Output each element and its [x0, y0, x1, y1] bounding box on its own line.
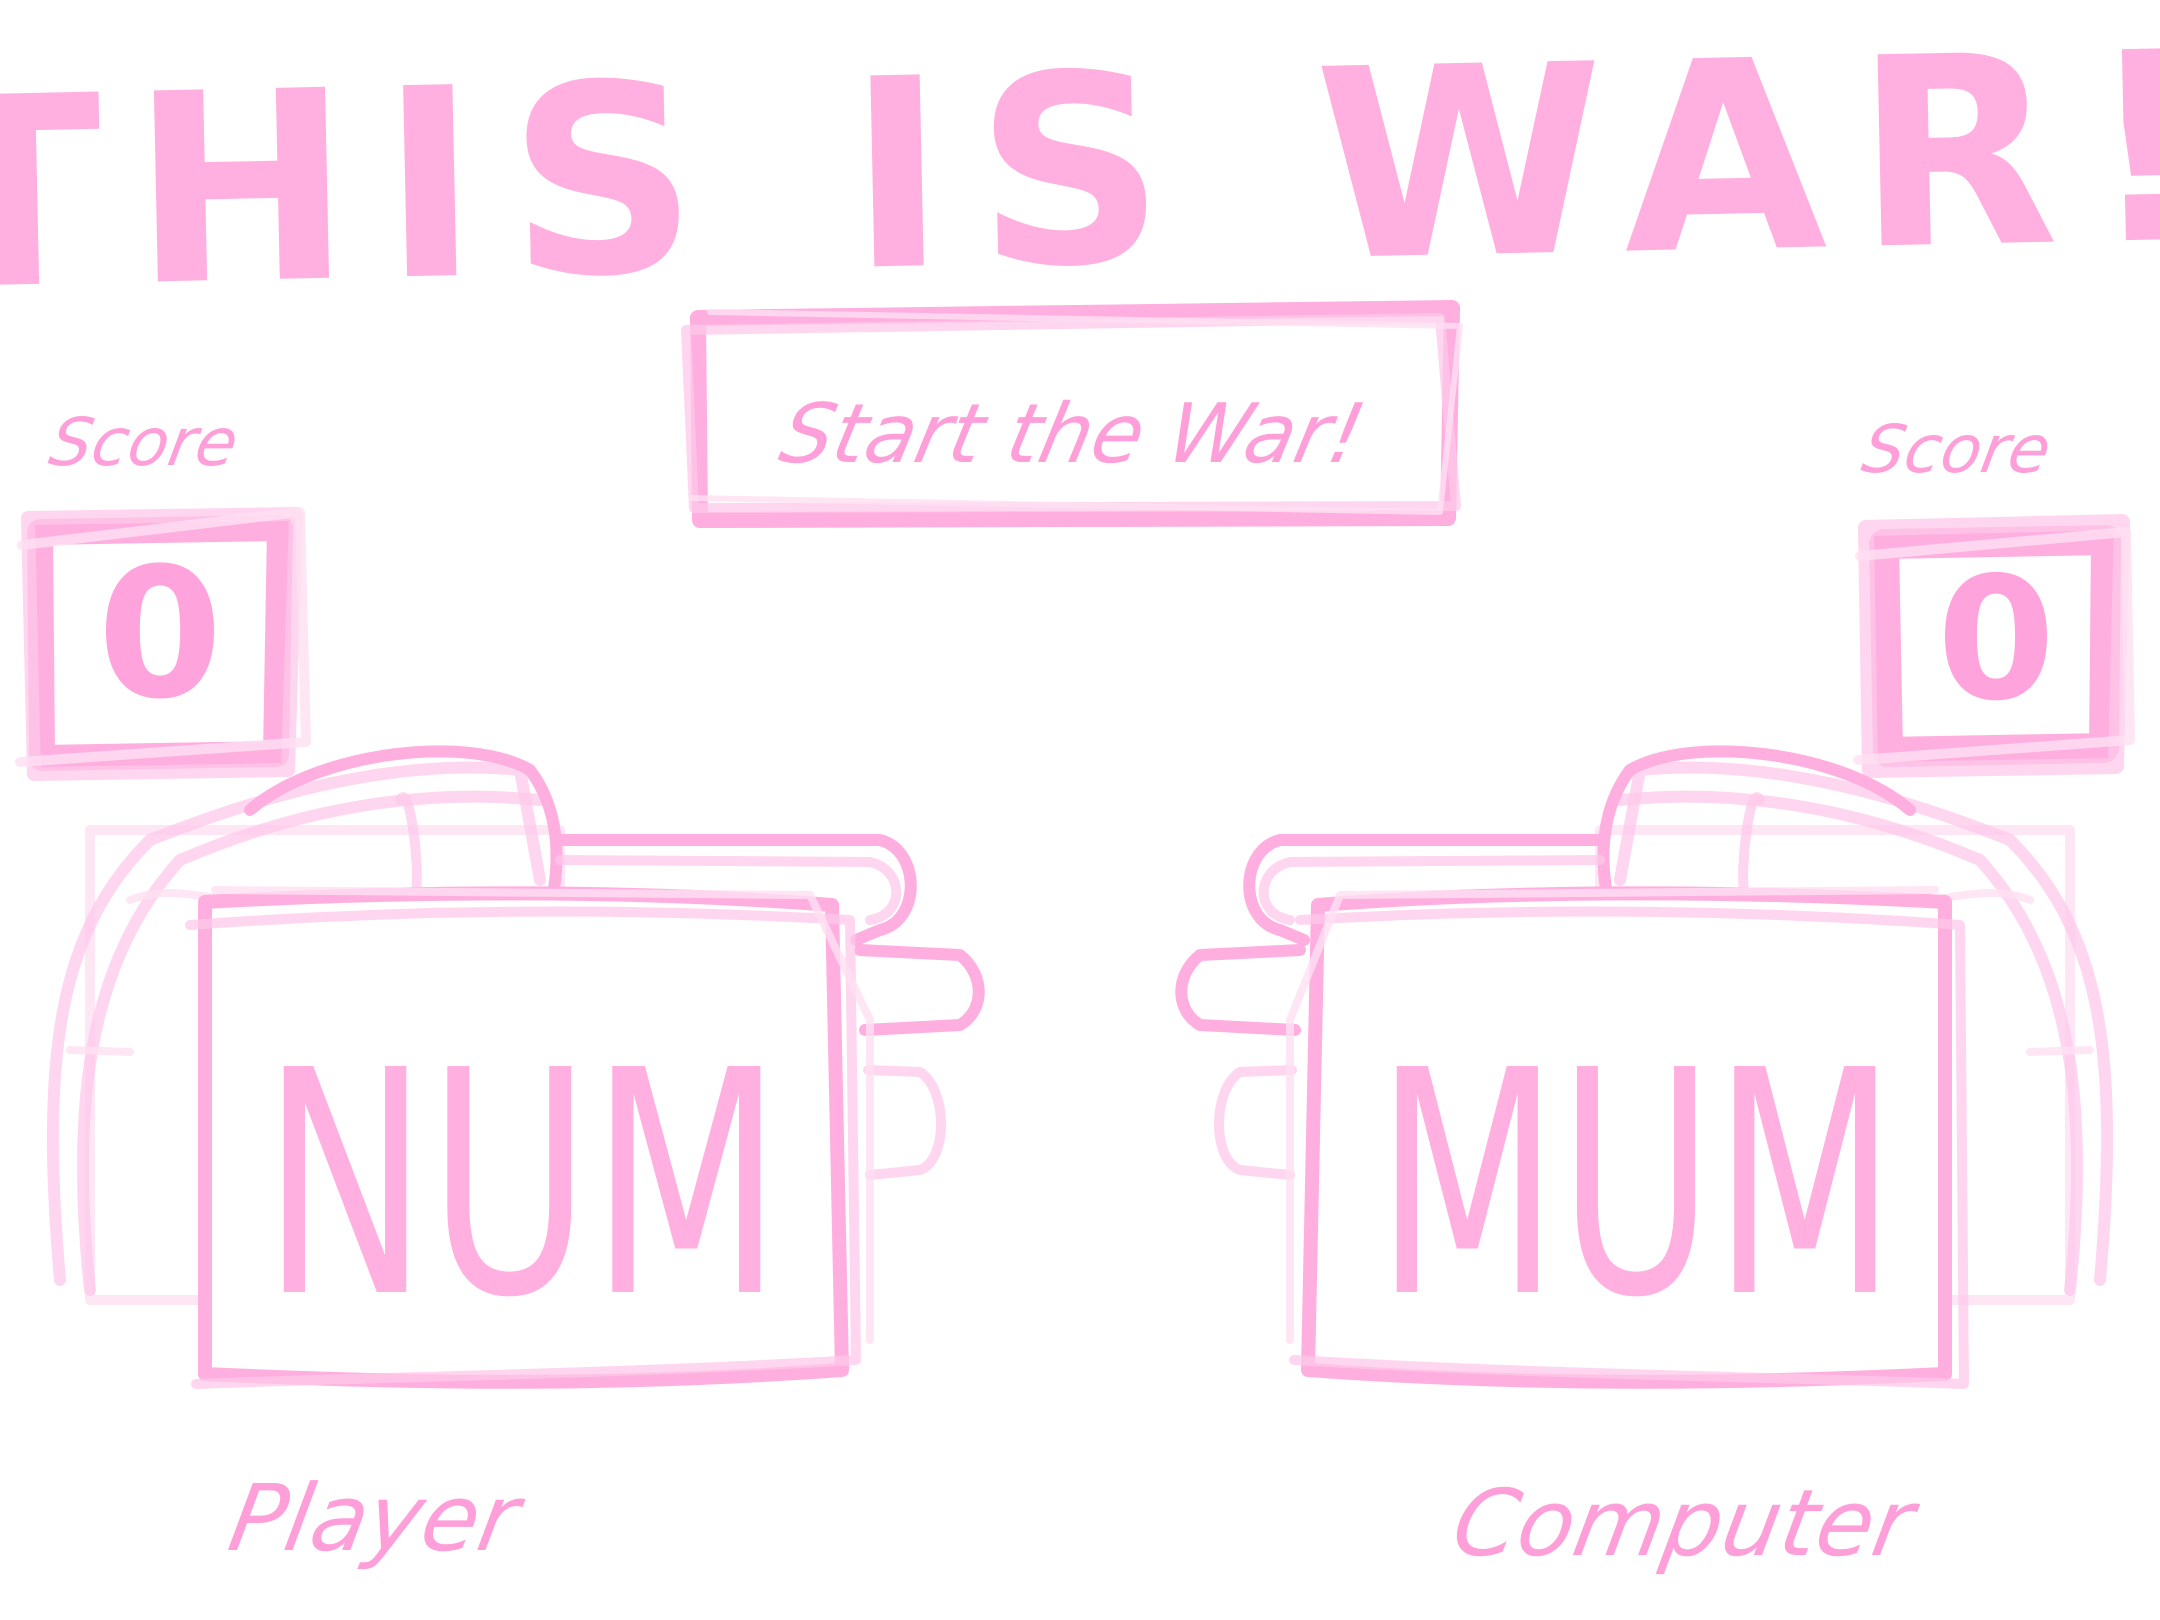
game-title: THIS IS WAR!: [0, 0, 2160, 348]
player-name-label: Player: [222, 1465, 532, 1572]
computer-score-value: 0: [1937, 541, 2055, 739]
computer-name-label: Computer: [1445, 1470, 1926, 1577]
computer-score-label: Score: [1857, 410, 2057, 487]
computer-card-value: MUM: [1376, 1005, 1896, 1366]
player-score-value: 0: [97, 530, 222, 739]
game-stage: THIS IS WAR! Start the War! Score 0 Scor…: [0, 0, 2160, 1620]
player-card-value: NUM: [262, 1005, 782, 1366]
player-score-label: Score: [44, 403, 244, 480]
player-score-box: 0: [15, 507, 311, 781]
computer-card-deck: MUM: [1175, 745, 2114, 1389]
computer-score-box: 0: [1853, 514, 2135, 778]
player-card-deck[interactable]: NUM: [46, 745, 985, 1389]
start-war-button[interactable]: Start the War!: [681, 300, 1463, 528]
game-canvas: THIS IS WAR! Start the War! Score 0 Scor…: [0, 0, 2160, 1577]
start-war-button-label: Start the War!: [772, 386, 1373, 482]
